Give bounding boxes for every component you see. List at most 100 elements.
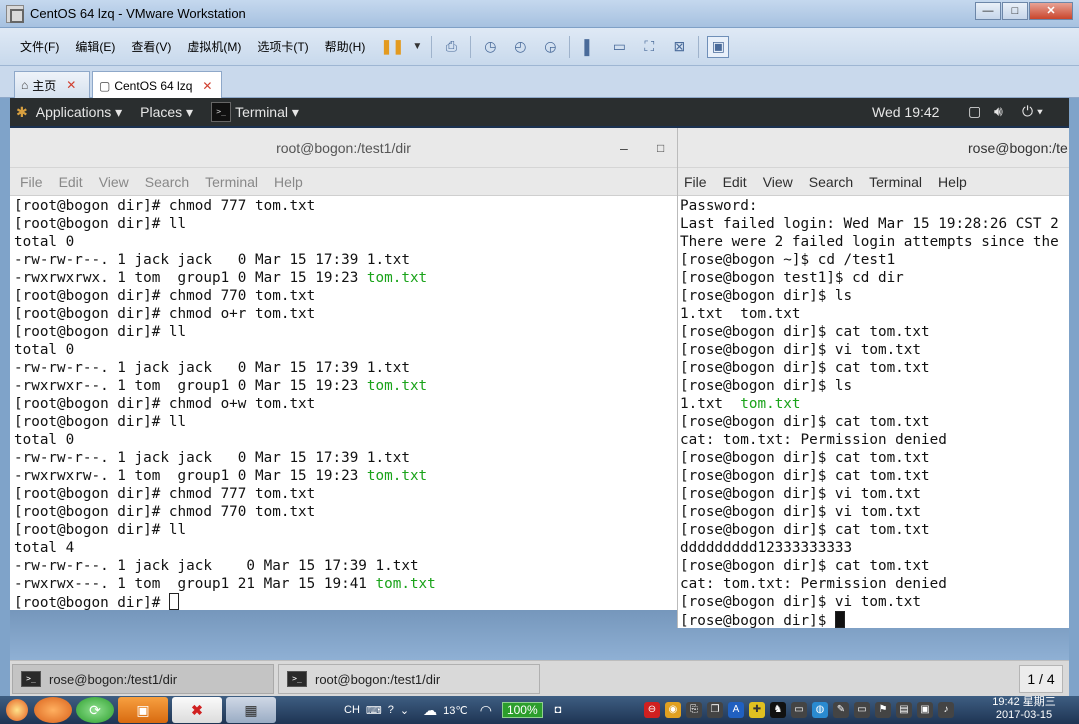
terminal-menu-file[interactable]: File — [20, 174, 43, 190]
shield-icon[interactable]: A — [728, 702, 744, 718]
display-icon[interactable]: ▭ — [854, 702, 870, 718]
close-button[interactable]: ✕ — [1029, 2, 1073, 20]
tab-close-icon[interactable]: ✕ — [202, 79, 212, 93]
firefox-icon[interactable] — [34, 697, 72, 723]
terminal-line: -rw-rw-r--. 1 jack jack 0 Mar 15 17:39 1… — [14, 449, 677, 467]
keyboard-icon[interactable]: ⌨ — [366, 704, 382, 717]
app-tray-icon[interactable]: ◉ — [665, 702, 681, 718]
window-list-item[interactable]: >_ root@bogon:/test1/dir — [278, 664, 540, 694]
terminal-line: [rose@bogon dir]$ cat tom.txt — [680, 323, 1069, 341]
pen-icon[interactable]: ✎ — [833, 702, 849, 718]
terminal-line: [root@bogon dir]# ll — [14, 521, 677, 539]
input-language[interactable]: CH — [344, 704, 360, 716]
volume-icon[interactable]: 🔊︎ — [994, 103, 1003, 120]
power-icon[interactable]: ⏻ ▾ — [1022, 103, 1043, 120]
terminal-line-text: [rose@bogon dir]$ cat tom.txt — [680, 360, 930, 376]
sidebar-toggle-icon[interactable]: ▌ — [578, 36, 600, 58]
terminal-line: cat: tom.txt: Permission denied — [680, 431, 1069, 449]
menu-vm[interactable]: 虚拟机(M) — [187, 38, 241, 55]
gnome-foot-icon: ✱ — [16, 103, 28, 120]
gnome-clock[interactable]: Wed 19:42 — [872, 104, 939, 120]
usb-icon[interactable]: ⎘ — [686, 702, 702, 718]
xmind-app-icon[interactable]: ✖ — [172, 697, 222, 723]
tab-home[interactable]: ⌂ 主页 ✕ — [14, 71, 90, 98]
unity-icon[interactable]: ⊠ — [668, 36, 690, 58]
minimize-icon[interactable]: – — [620, 128, 628, 168]
terminal-menu-view[interactable]: View — [763, 174, 793, 190]
terminal-menu-terminal[interactable]: Terminal — [205, 174, 258, 190]
terminal-window-root[interactable]: root@bogon:/test1/dir – □ File Edit View… — [10, 128, 677, 610]
refresh-app-icon[interactable]: ⟳ — [76, 697, 114, 723]
calculator-app-icon[interactable]: ▦ — [226, 697, 276, 723]
help-icon[interactable]: ? — [388, 704, 394, 716]
terminal-line-text: [rose@bogon dir]$ cat tom.txt — [680, 324, 930, 340]
dropdown-arrow-icon[interactable]: ▼ — [411, 36, 423, 58]
copy-icon[interactable]: ❐ — [707, 702, 723, 718]
speaker-icon[interactable]: ♪ — [938, 702, 954, 718]
menu-help[interactable]: 帮助(H) — [325, 38, 366, 55]
qq-icon[interactable]: ♞ — [770, 702, 786, 718]
snapshot-revert-icon[interactable]: ◴ — [509, 36, 531, 58]
terminal-menu-help[interactable]: Help — [274, 174, 303, 190]
terminal-menu-view[interactable]: View — [99, 174, 129, 190]
fullscreen-icon[interactable]: ⛶ — [638, 36, 660, 58]
menu-edit[interactable]: 编辑(E) — [75, 38, 115, 55]
terminal-app-menu[interactable]: >_ Terminal ▾ — [211, 102, 299, 122]
toolbar-separator — [569, 35, 571, 58]
snapshot-manager-icon[interactable]: ◶ — [539, 36, 561, 58]
maximize-icon[interactable]: □ — [657, 128, 664, 168]
window-list-item[interactable]: >_ rose@bogon:/test1/dir — [12, 664, 274, 694]
tray-arrow-icon[interactable]: ⌄ — [400, 704, 409, 717]
terminal-output[interactable]: [root@bogon dir]# chmod 777 tom.txt [root… — [10, 196, 677, 610]
window-icon[interactable]: ▭ — [791, 702, 807, 718]
wifi-icon[interactable]: ◠ — [480, 702, 492, 719]
terminal-window-rose[interactable]: rose@bogon:/te File Edit View Search Ter… — [677, 128, 1069, 628]
snapshot-take-icon[interactable]: ◷ — [479, 36, 501, 58]
menu-view[interactable]: 查看(V) — [131, 38, 171, 55]
terminal-menu-edit[interactable]: Edit — [723, 174, 747, 190]
device-icon[interactable]: ▤ — [896, 702, 912, 718]
terminal-menu-edit[interactable]: Edit — [59, 174, 83, 190]
tray-icons: ⊖ ◉ ⎘ ❐ A ✚ ♞ ▭ ◍ ✎ ▭ ⚑ ▤ ▣ ♪ — [644, 702, 959, 718]
tab-centos[interactable]: ▢ CentOS 64 lzq ✕ — [92, 71, 222, 99]
terminal-menu-search[interactable]: Search — [809, 174, 853, 190]
flag-icon[interactable]: ⚑ — [875, 702, 891, 718]
workspace-pager[interactable]: 1 / 4 — [1019, 665, 1063, 693]
view-console-icon[interactable]: ▣ — [707, 35, 730, 58]
terminal-title: rose@bogon:/te — [968, 140, 1068, 156]
briefcase-app-icon[interactable]: ▣ — [118, 697, 168, 723]
terminal-line-text: [rose@bogon dir]$ vi tom.txt — [680, 486, 922, 502]
terminal-line: total 0 — [14, 233, 677, 251]
terminal-output[interactable]: Password: Last failed login: Wed Mar 15 1… — [678, 196, 1069, 628]
screen-icon[interactable]: ▢ — [968, 103, 981, 120]
weather-icon[interactable]: ☁ — [423, 702, 437, 719]
maximize-button[interactable]: □ — [1002, 2, 1028, 20]
notification-icon[interactable]: ▣ — [917, 702, 933, 718]
battery-indicator[interactable]: 100% — [501, 702, 543, 718]
start-button[interactable] — [0, 696, 34, 724]
applications-menu[interactable]: ✱ Applications ▾ — [16, 104, 122, 121]
terminal-line: [rose@bogon test1]$ cd dir — [680, 269, 1069, 287]
network-icon[interactable]: ◍ — [812, 702, 828, 718]
power-plug-icon[interactable]: ◘ — [555, 704, 562, 716]
terminal-filename-highlight: tom.txt — [375, 576, 436, 592]
menu-tabs[interactable]: 选项卡(T) — [257, 38, 308, 55]
terminal-menu-file[interactable]: File — [684, 174, 707, 190]
terminal-menu-search[interactable]: Search — [145, 174, 189, 190]
terminal-line: -rwxrwxrwx. 1 tom group1 0 Mar 15 19:23 … — [14, 269, 677, 287]
security-icon[interactable]: ✚ — [749, 702, 765, 718]
stop-icon[interactable]: ⊖ — [644, 702, 660, 718]
terminal-line: -rwxrwx---. 1 tom group1 21 Mar 15 19:41… — [14, 575, 677, 593]
terminal-menu-terminal[interactable]: Terminal — [869, 174, 922, 190]
send-ctrl-alt-del-icon[interactable]: ⎙ — [440, 36, 462, 58]
pause-icon[interactable]: ❚❚ — [381, 36, 404, 58]
terminal-line-text: -rwxrwxr--. 1 tom group1 0 Mar 15 19:23 — [14, 378, 367, 394]
places-menu[interactable]: Places ▾ — [140, 104, 193, 121]
console-view-icon[interactable]: ▭ — [608, 36, 630, 58]
terminal-line: [rose@bogon dir]$ cat tom.txt — [680, 413, 1069, 431]
taskbar-clock[interactable]: 19:42 星期三 2017-03-15 — [988, 696, 1060, 722]
minimize-button[interactable]: — — [975, 2, 1001, 20]
menu-file[interactable]: 文件(F) — [20, 38, 59, 55]
terminal-menu-help[interactable]: Help — [938, 174, 967, 190]
tab-close-icon[interactable]: ✕ — [66, 78, 76, 92]
